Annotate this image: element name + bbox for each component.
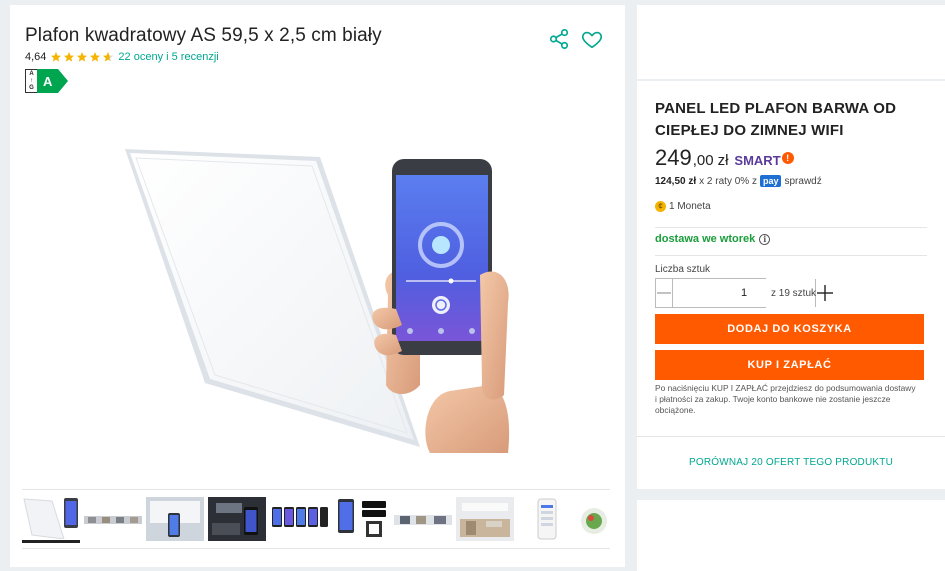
purchase-disclaimer: Po naciśnięciu KUP I ZAPŁAĆ przejdziesz … [655,383,916,415]
thumbnail-1[interactable] [22,495,80,543]
minus-icon[interactable] [656,279,672,307]
quantity-available: z 19 sztuk [771,288,817,299]
smart-badge[interactable]: SMART ! [734,151,794,168]
energy-scale-arrow: ↑ [30,77,33,84]
coins-row: ₵ 1 Moneta [655,201,711,212]
installment-amount: 124,50 zł [655,175,697,187]
quantity-stepper [655,278,833,308]
thumbnail-3[interactable] [146,497,204,541]
divider [637,436,945,437]
product-title: Plafon kwadratowy AS 59,5 x 2,5 cm biały [25,25,382,46]
thumbnail-5[interactable] [270,497,328,541]
thumbnail-6[interactable] [332,497,390,541]
plus-icon[interactable] [816,279,834,307]
smart-exclamation-icon: ! [781,151,794,164]
heart-icon[interactable] [581,28,603,50]
installments-row: 124,50 zł x 2 raty 0% z pay sprawdź [655,175,822,187]
price: 249 ,00 zł SMART ! [655,145,794,171]
main-product-image[interactable] [120,135,520,455]
thumbnail-8[interactable] [456,497,514,541]
pay-logo-icon: pay [759,175,782,187]
divider [655,227,927,228]
star-half-icon [103,52,114,62]
smart-label: SMART [734,153,781,168]
rating-stars [50,51,114,63]
energy-scale-top: A [29,70,34,77]
share-icon[interactable] [548,28,570,50]
info-icon[interactable]: i [759,233,771,245]
buy-box: PANEL LED PLAFON BARWA OD CIEPŁEJ DO ZIM… [637,81,945,489]
quantity-label: Liczba sztuk [655,264,711,275]
star-icon [77,52,88,62]
star-icon [51,52,62,62]
energy-scale: A ↑ G [25,69,37,93]
add-to-cart-button[interactable]: DODAJ DO KOSZYKA [655,314,924,344]
installment-check-link[interactable]: sprawdź [784,176,821,187]
thumbnail-2[interactable] [84,497,142,541]
offer-title: PANEL LED PLAFON BARWA OD CIEPŁEJ DO ZIM… [655,100,897,139]
compare-offers-link[interactable]: PORÓWNAJ 20 OFERT TEGO PRODUKTU [637,457,945,468]
buy-now-button[interactable]: KUP I ZAPŁAĆ [655,350,924,380]
energy-scale-bottom: G [29,84,34,91]
energy-label-badge[interactable]: A ↑ G A [25,69,69,93]
thumbnail-strip [22,489,610,549]
thumbnail-4[interactable] [208,497,266,541]
right-top-panel [637,5,945,79]
thumbnail-7[interactable] [394,497,452,541]
coins-text: 1 Moneta [669,201,711,212]
delivery-text: dostawa we wtorek [655,233,756,245]
price-currency: zł [717,152,729,169]
star-icon [64,52,75,62]
delivery-row: dostawa we wtorek i [655,233,771,245]
rating-row: 4,64 22 oceny i 5 recenzji [25,51,219,63]
divider [655,255,927,256]
price-decimal: ,00 [692,152,714,169]
reviews-link[interactable]: 22 oceny i 5 recenzji [118,51,218,63]
star-icon [90,52,101,62]
product-card: Plafon kwadratowy AS 59,5 x 2,5 cm biały… [10,5,625,567]
coin-icon: ₵ [655,201,666,212]
thumbnail-9[interactable] [518,497,576,541]
price-main: 249 [655,145,692,170]
energy-class: A [37,69,69,93]
installment-text: x 2 raty 0% z [699,175,757,187]
right-bottom-panel [637,500,945,571]
thumbnail-10[interactable] [580,497,610,541]
rating-value: 4,64 [25,51,47,63]
